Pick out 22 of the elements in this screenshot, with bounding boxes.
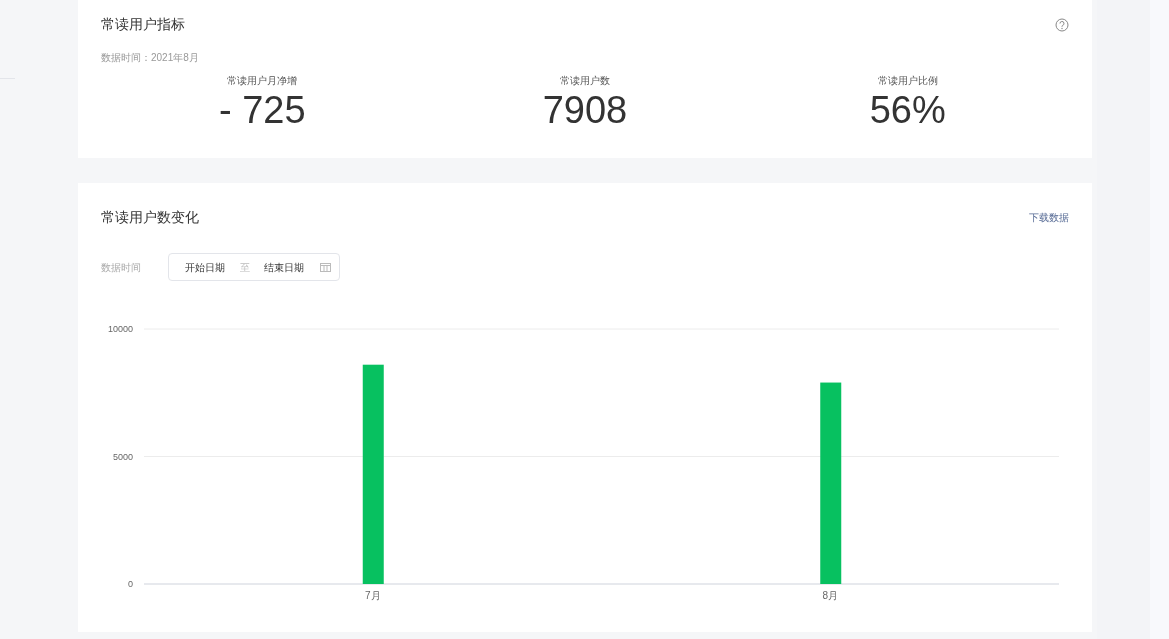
metric-label: 常读用户数: [560, 74, 610, 88]
help-icon[interactable]: [1055, 17, 1069, 32]
download-link[interactable]: 下载数据: [1029, 210, 1069, 225]
metric-value: 7908: [542, 88, 628, 132]
card-title: 常读用户数变化: [101, 208, 199, 227]
metric-value: - 725: [219, 88, 306, 132]
calendar-icon: [320, 262, 331, 272]
metric-value: 56%: [869, 88, 946, 132]
range-separator: 至: [240, 260, 251, 275]
x-axis-label: 8月: [822, 590, 839, 601]
end-date-placeholder: 结束日期: [264, 260, 305, 275]
card-title: 常读用户指标: [101, 15, 185, 34]
date-range-field[interactable]: 开始日期 至 结束日期: [168, 253, 340, 281]
data-time-text: 数据时间：2021年8月: [101, 51, 200, 65]
metric-label: 常读用户比例: [877, 74, 938, 88]
y-axis-label: 5000: [112, 451, 133, 462]
metric-label: 常读用户月净增: [227, 74, 298, 88]
start-date-placeholder: 开始日期: [185, 260, 226, 275]
x-axis-label: 7月: [364, 590, 381, 601]
y-axis-label: 10000: [107, 324, 133, 334]
y-axis-label: 0: [128, 579, 133, 589]
filter-label: 数据时间: [101, 260, 142, 275]
